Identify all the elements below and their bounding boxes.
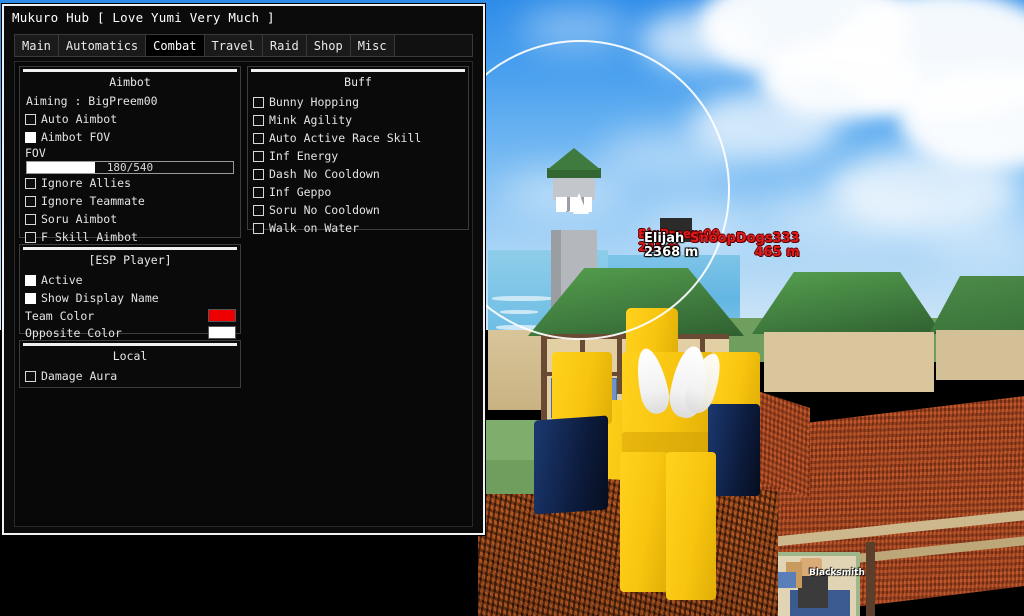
checkbox-aimbot-fov[interactable] bbox=[25, 131, 36, 143]
window-title: Mukuro Hub [ Love Yumi Very Much ] bbox=[4, 6, 483, 30]
checkbox-row-esp-active[interactable]: Active bbox=[20, 271, 240, 289]
checkbox-walk-on-water[interactable] bbox=[253, 222, 264, 234]
checkbox-label: Damage Aura bbox=[41, 369, 118, 383]
tab-bar-spacer bbox=[394, 35, 472, 56]
checkbox-row-soru-aimbot[interactable]: Soru Aimbot bbox=[20, 210, 240, 228]
slider-value: 180/540 bbox=[106, 161, 154, 174]
checkbox-row-walk-on-water[interactable]: Walk on Water bbox=[248, 219, 468, 237]
color-label-opposite: Opposite Color bbox=[25, 325, 122, 340]
checkbox-row-inf-geppo[interactable]: Inf Geppo bbox=[248, 183, 468, 201]
aiming-target-label: Aiming : BigPreem00 bbox=[26, 94, 158, 108]
checkbox-row-ignore-teammate[interactable]: Ignore Teammate bbox=[20, 192, 240, 210]
esp-nametag: SnoopDogs333 465 m bbox=[690, 232, 800, 259]
buff-list: Bunny Hopping Mink Agility Auto Active Rac… bbox=[248, 93, 468, 237]
house-beam bbox=[541, 334, 547, 424]
checkbox-show-display-name[interactable] bbox=[25, 292, 36, 304]
checkbox-auto-active-race-skill[interactable] bbox=[253, 132, 264, 144]
stall-post bbox=[866, 542, 875, 616]
checkbox-row-show-display-name[interactable]: Show Display Name bbox=[20, 289, 240, 307]
checkbox-row-ignore-allies[interactable]: Ignore Allies bbox=[20, 174, 240, 192]
group-title-aimbot: Aimbot bbox=[109, 75, 151, 89]
checkbox-bunny-hopping[interactable] bbox=[253, 96, 264, 108]
esp-nametag-name: SnoopDogs333 bbox=[690, 231, 800, 246]
mukuro-hub-window[interactable]: Mukuro Hub [ Love Yumi Very Much ] Main A… bbox=[2, 4, 485, 535]
character-left-glove bbox=[534, 415, 608, 515]
checkbox-label: Ignore Allies bbox=[41, 176, 132, 190]
checkbox-row-bunny-hopping[interactable]: Bunny Hopping bbox=[248, 93, 468, 111]
checkbox-row-auto-aimbot[interactable]: Auto Aimbot bbox=[20, 110, 240, 128]
checkbox-row-mink-agility[interactable]: Mink Agility bbox=[248, 111, 468, 129]
checkbox-soru-no-cooldown[interactable] bbox=[253, 204, 264, 216]
checkbox-label: Soru No Cooldown bbox=[269, 203, 380, 217]
checkbox-label: Inf Geppo bbox=[269, 185, 332, 199]
group-title-esp: [ESP Player] bbox=[88, 253, 172, 267]
group-buff: Buff Bunny Hopping Mink Agility Auto Activ… bbox=[247, 66, 469, 235]
checkbox-f-skill-aimbot[interactable] bbox=[25, 231, 36, 243]
npc-name-label: Blacksmith bbox=[809, 568, 865, 578]
checkbox-label: Active bbox=[41, 273, 83, 287]
checkbox-auto-aimbot[interactable] bbox=[25, 113, 36, 125]
tab-main[interactable]: Main bbox=[15, 35, 59, 56]
checkbox-mink-agility[interactable] bbox=[253, 114, 264, 126]
group-title-buff: Buff bbox=[344, 75, 372, 89]
checkbox-row-aimbot-fov[interactable]: Aimbot FOV bbox=[20, 128, 240, 146]
checkbox-label: Soru Aimbot bbox=[41, 212, 118, 226]
checkbox-label: F Skill Aimbot bbox=[41, 230, 138, 244]
character-left-leg bbox=[620, 452, 668, 592]
color-row-opposite[interactable]: Opposite Color bbox=[20, 324, 240, 341]
checkbox-ignore-teammate[interactable] bbox=[25, 195, 36, 207]
slider-fov[interactable]: 180/540 bbox=[26, 161, 234, 174]
checkbox-ignore-allies[interactable] bbox=[25, 177, 36, 189]
tab-shop[interactable]: Shop bbox=[306, 35, 351, 56]
tab-automatics[interactable]: Automatics bbox=[58, 35, 147, 56]
screen: Blacksmith BigPreem00 245 m Elijah 2368 bbox=[0, 0, 1024, 616]
color-label-team: Team Color bbox=[25, 308, 95, 323]
house2-wall bbox=[764, 332, 934, 392]
character-right-leg bbox=[666, 452, 716, 600]
checkbox-label: Walk on Water bbox=[269, 221, 360, 235]
checkbox-label: Mink Agility bbox=[269, 113, 353, 127]
checkbox-row-damage-aura[interactable]: Damage Aura bbox=[20, 367, 240, 385]
checkbox-label: Show Display Name bbox=[41, 291, 159, 305]
checkbox-soru-aimbot[interactable] bbox=[25, 213, 36, 225]
tab-combat[interactable]: Combat bbox=[146, 35, 205, 56]
checkbox-inf-geppo[interactable] bbox=[253, 186, 264, 198]
character-belt bbox=[622, 432, 714, 454]
checkbox-row-soru-no-cooldown[interactable]: Soru No Cooldown bbox=[248, 201, 468, 219]
group-local: Local Damage Aura bbox=[19, 340, 241, 388]
house3-wall bbox=[936, 330, 1024, 380]
group-aimbot: Aimbot Aiming : BigPreem00 Auto Aimbot A… bbox=[19, 66, 241, 244]
checkbox-row-inf-energy[interactable]: Inf Energy bbox=[248, 147, 468, 165]
character-left-arm bbox=[552, 352, 612, 424]
tab-misc[interactable]: Misc bbox=[350, 35, 395, 56]
color-swatch-opposite[interactable] bbox=[208, 326, 236, 339]
color-row-team[interactable]: Team Color bbox=[20, 307, 240, 324]
color-swatch-team[interactable] bbox=[208, 309, 236, 322]
checkbox-label: Ignore Teammate bbox=[41, 194, 145, 208]
checkbox-dash-no-cooldown[interactable] bbox=[253, 168, 264, 180]
tab-raid[interactable]: Raid bbox=[262, 35, 307, 56]
tab-travel[interactable]: Travel bbox=[204, 35, 263, 56]
checkbox-label: Auto Aimbot bbox=[41, 112, 118, 126]
checkbox-row-dash-no-cooldown[interactable]: Dash No Cooldown bbox=[248, 165, 468, 183]
checkbox-label: Bunny Hopping bbox=[269, 95, 360, 109]
checkbox-label: Inf Energy bbox=[269, 149, 339, 163]
checkbox-inf-energy[interactable] bbox=[253, 150, 264, 162]
slider-label-fov: FOV bbox=[25, 146, 46, 160]
checkbox-label: Aimbot FOV bbox=[41, 130, 111, 144]
checkbox-label: Dash No Cooldown bbox=[269, 167, 380, 181]
esp-nametag-distance: 465 m bbox=[754, 244, 800, 260]
panel-area: Aimbot Aiming : BigPreem00 Auto Aimbot A… bbox=[14, 61, 473, 527]
checkbox-row-auto-active-race-skill[interactable]: Auto Active Race Skill bbox=[248, 129, 468, 147]
group-title-local: Local bbox=[112, 349, 148, 363]
npc-item bbox=[776, 572, 796, 588]
checkbox-label: Auto Active Race Skill bbox=[269, 131, 422, 145]
group-esp-player: [ESP Player] Active Show Display Name Te… bbox=[19, 244, 241, 340]
checkbox-esp-active[interactable] bbox=[25, 274, 36, 286]
tab-bar[interactable]: Main Automatics Combat Travel Raid Shop Misc bbox=[14, 34, 473, 57]
checkbox-damage-aura[interactable] bbox=[25, 370, 36, 382]
